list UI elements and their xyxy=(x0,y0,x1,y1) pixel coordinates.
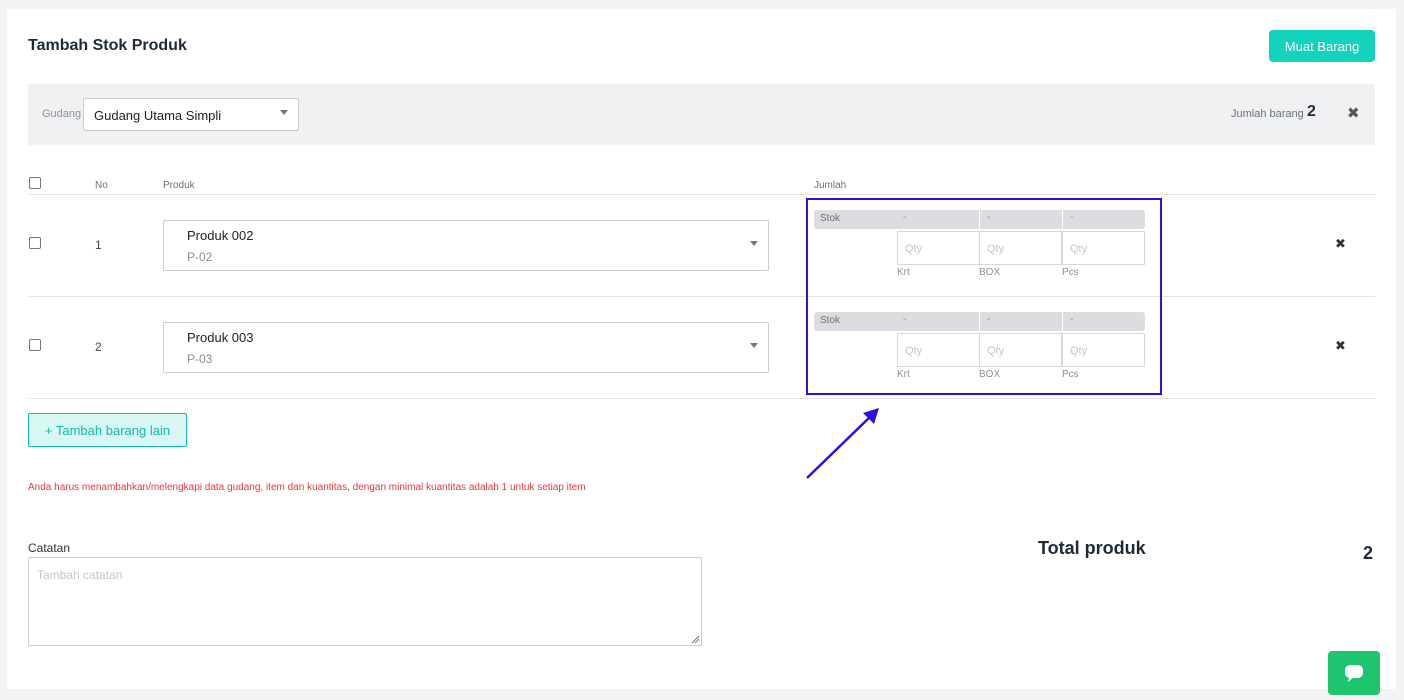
item-count-label: Jumlah barang xyxy=(1231,108,1304,120)
remove-row-icon[interactable]: ✖ xyxy=(1335,236,1346,252)
notes-placeholder: Tambah catatan xyxy=(37,568,123,582)
total-products-label: Total produk xyxy=(1038,538,1146,558)
warehouse-filter-bar: Gudang Gudang Utama Simpli Jumlah barang… xyxy=(28,84,1375,145)
product-code: P-03 xyxy=(187,352,213,366)
resize-grip-icon[interactable] xyxy=(691,635,699,643)
close-icon[interactable]: ✖ xyxy=(1347,104,1360,122)
highlight-box xyxy=(806,198,1162,395)
product-select[interactable]: Produk 002 P-02 xyxy=(163,220,769,271)
total-products-value: 2 xyxy=(1363,543,1374,563)
row-checkbox[interactable] xyxy=(29,339,41,351)
row-number: 1 xyxy=(95,238,102,252)
notes-label: Catatan xyxy=(28,541,71,555)
caret-down-icon xyxy=(280,110,288,115)
warehouse-label: Gudang xyxy=(42,108,82,120)
notes-textarea[interactable]: Tambah catatan xyxy=(28,557,702,646)
remove-row-icon[interactable]: ✖ xyxy=(1335,338,1346,354)
divider xyxy=(28,194,1375,195)
product-name: Produk 003 xyxy=(187,330,254,345)
product-code: P-02 xyxy=(187,250,213,264)
caret-down-icon xyxy=(750,241,758,246)
arrow-icon xyxy=(806,408,879,479)
stock-form-card: Tambah Stok Produk Muat Barang Gudang Gu… xyxy=(7,9,1396,689)
divider xyxy=(28,296,1375,297)
item-count-value: 2 xyxy=(1307,103,1316,120)
page-title: Tambah Stok Produk xyxy=(28,37,187,54)
column-header-no: No xyxy=(95,180,108,191)
add-item-button[interactable]: + Tambah barang lain xyxy=(28,413,187,447)
chat-button[interactable] xyxy=(1328,651,1380,695)
select-all-checkbox[interactable] xyxy=(29,177,41,189)
column-header-quantity: Jumlah xyxy=(814,180,847,191)
chat-bubble-icon xyxy=(1345,665,1363,682)
product-name: Produk 002 xyxy=(187,228,254,243)
warehouse-select[interactable]: Gudang Utama Simpli xyxy=(83,98,299,131)
row-checkbox[interactable] xyxy=(29,237,41,249)
row-number: 2 xyxy=(95,340,102,354)
validation-error: Anda harus menambahkan/melengkapi data g… xyxy=(28,482,586,493)
column-header-product: Produk xyxy=(163,180,195,191)
product-select[interactable]: Produk 003 P-03 xyxy=(163,322,769,373)
load-items-button[interactable]: Muat Barang xyxy=(1269,30,1375,62)
caret-down-icon xyxy=(750,343,758,348)
divider xyxy=(28,398,1375,399)
warehouse-select-value: Gudang Utama Simpli xyxy=(94,108,222,123)
